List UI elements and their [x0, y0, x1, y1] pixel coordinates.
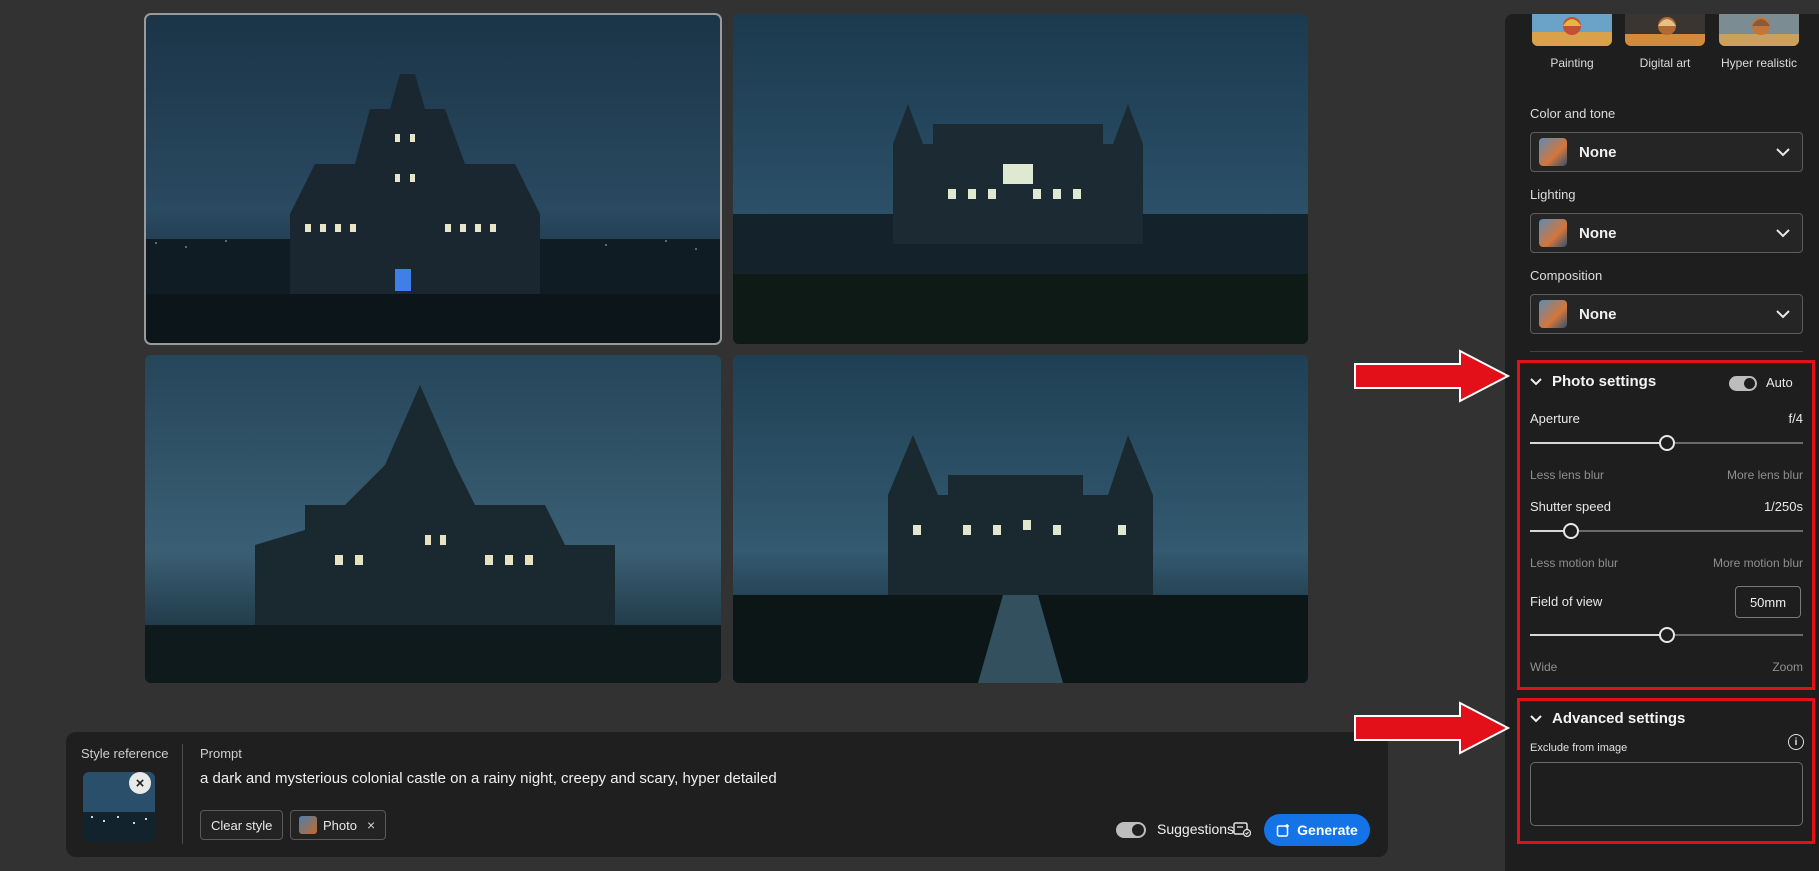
lighting-label: Lighting: [1530, 187, 1576, 202]
chevron-down-icon: [1776, 229, 1790, 238]
generate-label: Generate: [1297, 822, 1358, 838]
color-tone-value: None: [1579, 143, 1617, 161]
advanced-settings-highlight: [1517, 698, 1815, 844]
suggestions-toggle[interactable]: [1116, 822, 1146, 838]
divider: [1530, 351, 1803, 352]
chevron-down-icon: [1776, 148, 1790, 157]
composition-label: Composition: [1530, 268, 1603, 283]
clear-style-button[interactable]: Clear style: [200, 810, 284, 840]
style-thumb-painting[interactable]: [1532, 14, 1612, 46]
style-thumb-hyper-realistic[interactable]: [1719, 14, 1799, 46]
remove-chip-icon[interactable]: ×: [367, 817, 375, 833]
annotation-arrow-icon: [1354, 349, 1511, 403]
divider: [182, 744, 183, 844]
composition-dropdown[interactable]: None: [1530, 294, 1803, 334]
suggestions-label: Suggestions: [1157, 821, 1235, 837]
prompt-label: Prompt: [200, 746, 242, 761]
photo-style-icon: [299, 816, 317, 834]
color-tone-thumb-icon: [1539, 138, 1567, 166]
remove-style-reference-icon[interactable]: ×: [129, 772, 151, 794]
composition-thumb-icon: [1539, 300, 1567, 328]
color-tone-label: Color and tone: [1530, 106, 1616, 121]
generate-button[interactable]: Generate: [1264, 814, 1370, 846]
generate-icon: [1276, 823, 1290, 837]
lighting-thumb-icon: [1539, 219, 1567, 247]
annotation-arrow-icon: [1354, 701, 1511, 755]
suggestions-settings-icon[interactable]: [1233, 821, 1251, 837]
result-image-1[interactable]: [144, 13, 722, 345]
style-thumb-digital-art[interactable]: [1625, 14, 1705, 46]
style-chip-label: Photo: [323, 817, 357, 833]
style-label-hyper-realistic: Hyper realistic: [1720, 56, 1798, 70]
lighting-dropdown[interactable]: None: [1530, 213, 1803, 253]
result-image-2[interactable]: [733, 14, 1308, 344]
prompt-input[interactable]: a dark and mysterious colonial castle on…: [200, 770, 777, 787]
result-image-3[interactable]: [145, 355, 721, 683]
style-chip-photo[interactable]: Photo ×: [290, 810, 387, 840]
style-reference-label: Style reference: [81, 746, 169, 761]
composition-value: None: [1579, 305, 1617, 323]
lighting-value: None: [1579, 224, 1617, 242]
chevron-down-icon: [1776, 310, 1790, 319]
style-label-digital-art: Digital art: [1639, 56, 1691, 70]
prompt-bar: Style reference × Prompt a dark and myst…: [66, 732, 1388, 857]
photo-settings-highlight: [1517, 360, 1815, 690]
color-tone-dropdown[interactable]: None: [1530, 132, 1803, 172]
style-label-painting: Painting: [1550, 56, 1594, 70]
result-image-4[interactable]: [733, 355, 1308, 683]
